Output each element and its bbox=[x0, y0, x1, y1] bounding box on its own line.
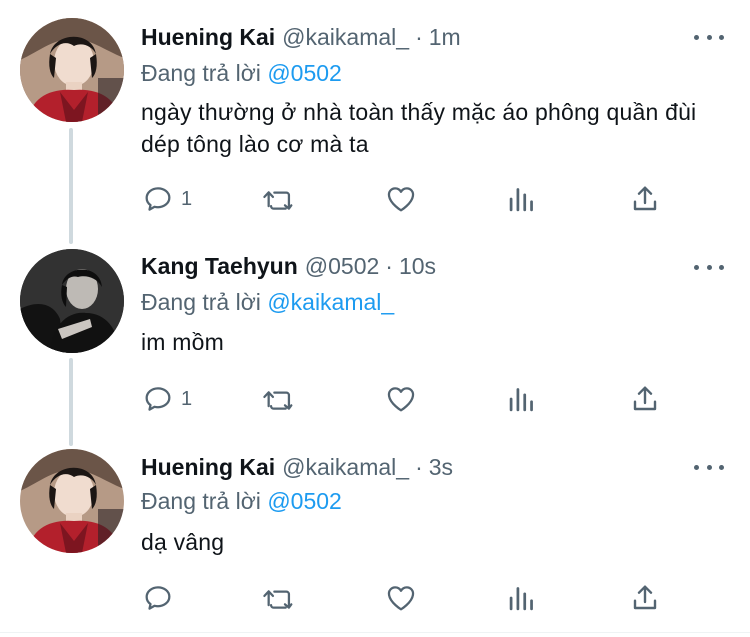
retweet-button[interactable] bbox=[261, 381, 299, 417]
tweet[interactable]: Huening Kai @kaikamal_ · 3s Đang trả lời… bbox=[0, 437, 750, 632]
avatar-image bbox=[20, 249, 124, 353]
analytics-icon bbox=[509, 388, 533, 412]
analytics-icon bbox=[509, 587, 533, 611]
more-dots-icon bbox=[694, 264, 699, 270]
user-handle[interactable]: @0502 bbox=[305, 253, 380, 280]
reply-button[interactable] bbox=[141, 580, 181, 616]
tweet-header: Huening Kai @kaikamal_ · 1m bbox=[141, 24, 461, 54]
share-button[interactable] bbox=[629, 181, 661, 217]
avatar[interactable] bbox=[20, 449, 124, 553]
tweet-actions: 1 bbox=[141, 381, 701, 417]
tweet-actions: 1 bbox=[141, 181, 701, 217]
tweet[interactable]: Huening Kai @kaikamal_ · 1m Đang trả lời… bbox=[0, 0, 750, 232]
display-name[interactable]: Huening Kai bbox=[141, 24, 275, 51]
replying-to: Đang trả lời @0502 bbox=[141, 60, 342, 87]
reply-mention-link[interactable]: @0502 bbox=[267, 488, 342, 514]
avatar-image bbox=[20, 18, 124, 122]
tweet-text: dạ vâng bbox=[141, 529, 225, 555]
replying-to: Đang trả lời @0502 bbox=[141, 488, 342, 515]
more-dots-icon bbox=[719, 264, 724, 270]
retweet-button[interactable] bbox=[261, 181, 299, 217]
share-button[interactable] bbox=[629, 580, 661, 616]
reply-mention-link[interactable]: @kaikamal_ bbox=[267, 289, 394, 315]
replying-to: Đang trả lời @kaikamal_ bbox=[141, 289, 394, 316]
more-options-button[interactable] bbox=[694, 27, 724, 47]
tweet-header: Huening Kai @kaikamal_ · 3s bbox=[141, 454, 453, 484]
retweet-icon bbox=[263, 590, 293, 609]
reply-icon bbox=[145, 387, 171, 411]
retweet-icon bbox=[263, 391, 293, 410]
timestamp[interactable]: 10s bbox=[399, 253, 436, 280]
retweet-icon bbox=[263, 191, 293, 210]
divider bbox=[0, 632, 750, 633]
reply-icon bbox=[145, 586, 171, 610]
more-dots-icon bbox=[719, 464, 724, 470]
tweet-actions bbox=[141, 580, 701, 616]
avatar-image bbox=[20, 449, 124, 553]
replying-label: Đang trả lời bbox=[141, 289, 261, 315]
timestamp[interactable]: 3s bbox=[429, 454, 453, 481]
analytics-button[interactable] bbox=[507, 381, 537, 417]
analytics-button[interactable] bbox=[507, 181, 537, 217]
share-button[interactable] bbox=[629, 381, 661, 417]
share-icon bbox=[633, 585, 657, 610]
analytics-button[interactable] bbox=[507, 580, 537, 616]
tweet-thread: Huening Kai @kaikamal_ · 1m Đang trả lời… bbox=[0, 0, 750, 637]
retweet-button[interactable] bbox=[261, 580, 299, 616]
heart-icon bbox=[387, 586, 415, 611]
reply-button[interactable]: 1 bbox=[141, 381, 192, 417]
more-dots-icon bbox=[706, 464, 712, 470]
timestamp[interactable]: 1m bbox=[429, 24, 461, 51]
more-options-button[interactable] bbox=[694, 457, 724, 477]
replying-label: Đang trả lời bbox=[141, 60, 261, 86]
tweet-text: im mồm bbox=[141, 329, 224, 355]
more-dots-icon bbox=[706, 264, 712, 270]
like-button[interactable] bbox=[384, 181, 418, 217]
reply-count: 1 bbox=[181, 387, 193, 410]
like-button[interactable] bbox=[384, 381, 418, 417]
analytics-icon bbox=[509, 188, 533, 212]
more-options-button[interactable] bbox=[694, 257, 724, 277]
display-name[interactable]: Huening Kai bbox=[141, 454, 275, 481]
replying-label: Đang trả lời bbox=[141, 488, 261, 514]
more-dots-icon bbox=[706, 34, 712, 40]
heart-icon bbox=[387, 387, 415, 412]
user-handle[interactable]: @kaikamal_ bbox=[282, 454, 409, 481]
reply-count: 1 bbox=[181, 187, 193, 210]
tweet[interactable]: Kang Taehyun @0502 · 10s Đang trả lời @k… bbox=[0, 232, 750, 437]
more-dots-icon bbox=[694, 34, 699, 40]
separator-dot: · bbox=[415, 454, 423, 480]
separator-dot: · bbox=[385, 253, 393, 279]
more-dots-icon bbox=[694, 464, 699, 470]
avatar[interactable] bbox=[20, 249, 124, 353]
more-dots-icon bbox=[719, 34, 724, 40]
separator-dot: · bbox=[415, 24, 423, 50]
tweet-text: ngày thường ở nhà toàn thấy mặc áo phông… bbox=[141, 99, 697, 157]
share-icon bbox=[633, 386, 657, 411]
like-button[interactable] bbox=[384, 580, 418, 616]
tweet-header: Kang Taehyun @0502 · 10s bbox=[141, 253, 436, 283]
share-icon bbox=[633, 186, 657, 211]
display-name[interactable]: Kang Taehyun bbox=[141, 253, 298, 280]
reply-button[interactable]: 1 bbox=[141, 181, 192, 217]
reply-icon bbox=[145, 187, 171, 211]
avatar[interactable] bbox=[20, 18, 124, 122]
reply-mention-link[interactable]: @0502 bbox=[267, 60, 342, 86]
heart-icon bbox=[387, 187, 415, 212]
user-handle[interactable]: @kaikamal_ bbox=[282, 24, 409, 51]
